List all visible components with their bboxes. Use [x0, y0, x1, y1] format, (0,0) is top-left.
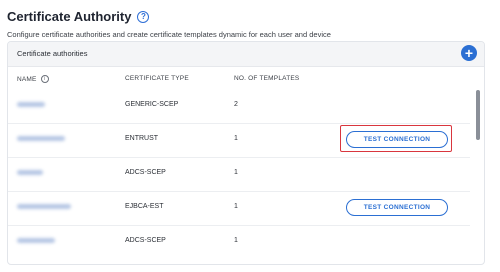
table-row[interactable]: ENTRUST 1 TEST CONNECTION	[8, 123, 470, 158]
ca-name-redacted[interactable]	[17, 170, 43, 175]
table-row[interactable]: EJBCA-EST 1 TEST CONNECTION	[8, 191, 470, 226]
column-header-certificate-type: CERTIFICATE TYPE	[125, 75, 189, 82]
column-header-name[interactable]: NAME i	[17, 75, 49, 83]
cell-certificate-type: ADCS-SCEP	[125, 237, 166, 244]
test-connection-button[interactable]: TEST CONNECTION	[346, 131, 448, 148]
page-subtitle: Configure certificate authorities and cr…	[7, 30, 331, 39]
scrollbar-thumb[interactable]	[476, 90, 480, 140]
test-connection-button[interactable]: TEST CONNECTION	[346, 199, 448, 216]
cell-template-count: 1	[234, 203, 238, 210]
ca-name-redacted[interactable]	[17, 102, 45, 107]
cell-certificate-type: ENTRUST	[125, 135, 159, 142]
vertical-scrollbar[interactable]	[476, 90, 480, 258]
cell-template-count: 2	[234, 101, 238, 108]
page-title-text: Certificate Authority	[7, 9, 132, 24]
table-row[interactable]: ADCS-SCEP 1	[8, 157, 470, 192]
cell-certificate-type: GENERIC-SCEP	[125, 101, 179, 108]
cell-template-count: 1	[234, 237, 238, 244]
card-header: Certificate authorities +	[8, 42, 484, 67]
column-header-no-of-templates: NO. OF TEMPLATES	[234, 75, 300, 82]
card-title: Certificate authorities	[17, 49, 88, 58]
column-header-name-label: NAME	[17, 75, 37, 83]
info-icon[interactable]: i	[40, 75, 49, 83]
table-row[interactable]: ADCS-SCEP 1	[8, 225, 470, 259]
certificate-authorities-card: Certificate authorities + NAME i CERTIFI…	[7, 41, 485, 265]
help-icon[interactable]: ?	[137, 10, 150, 23]
cell-template-count: 1	[234, 169, 238, 176]
page-title: Certificate Authority ?	[7, 9, 150, 24]
add-certificate-authority-button[interactable]: +	[461, 45, 477, 61]
cell-certificate-type: ADCS-SCEP	[125, 169, 166, 176]
ca-name-redacted[interactable]	[17, 204, 71, 209]
ca-name-redacted[interactable]	[17, 238, 55, 243]
ca-name-redacted[interactable]	[17, 136, 65, 141]
table-row[interactable]: GENERIC-SCEP 2	[8, 89, 470, 124]
cell-template-count: 1	[234, 135, 238, 142]
cell-certificate-type: EJBCA-EST	[125, 203, 164, 210]
